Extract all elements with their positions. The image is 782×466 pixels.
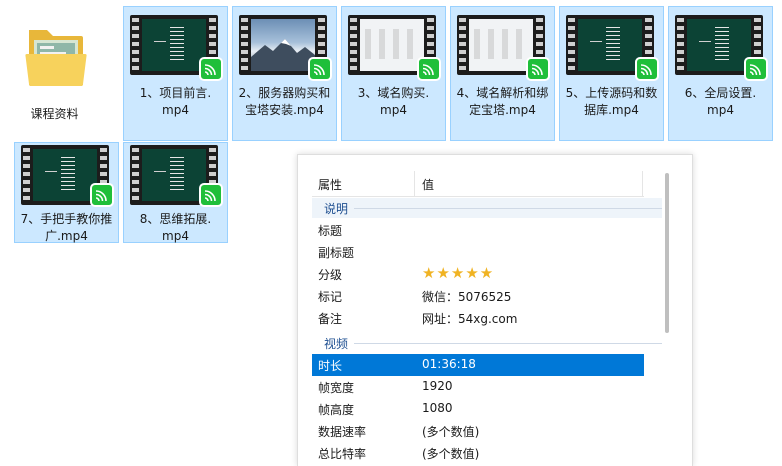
column-header-name[interactable]: 属性 [318, 176, 342, 193]
folder-course-materials[interactable]: 课程资料 [2, 6, 107, 141]
video-thumbnail [673, 13, 768, 81]
rating-stars[interactable]: ★★★★★ [422, 266, 494, 281]
file-caption: 6、全局设置. mp4 [684, 86, 757, 117]
video-thumbnail [19, 145, 114, 207]
prop-row-frame-width[interactable]: 帧宽度 1920 [312, 376, 644, 398]
video-file-3[interactable]: 3、域名购买. mp4 [341, 6, 446, 141]
video-thumbnail [455, 13, 550, 81]
group-description[interactable]: 说明 [312, 198, 662, 218]
video-thumbnail [237, 13, 332, 81]
play-cast-icon [417, 57, 441, 81]
prop-row-total-bitrate[interactable]: 总比特率 (多个数值) [312, 442, 644, 464]
video-thumbnail [346, 13, 441, 81]
column-header-value[interactable]: 值 [422, 176, 434, 193]
prop-row-tags[interactable]: 标记 微信：5076525 [312, 285, 644, 307]
file-caption: 8、思维拓展. mp4 [139, 212, 212, 243]
prop-row-duration[interactable]: 时长 01:36:18 [312, 354, 644, 376]
file-caption: 4、域名解析和绑 定宝塔.mp4 [456, 86, 549, 117]
file-caption: 5、上传源码和数 据库.mp4 [565, 86, 658, 117]
file-caption: 7、手把手教你推 广.mp4 [20, 212, 113, 243]
play-cast-icon [199, 183, 223, 207]
folder-icon [25, 24, 87, 94]
video-file-7[interactable]: 7、手把手教你推 广.mp4 [14, 142, 119, 243]
video-thumbnail [128, 145, 223, 207]
prop-row-subtitle[interactable]: 副标题 [312, 241, 644, 263]
file-caption: 2、服务器购买和 宝塔安装.mp4 [238, 86, 331, 117]
video-thumbnail [128, 13, 223, 81]
play-cast-icon [744, 57, 768, 81]
group-video[interactable]: 视频 [312, 333, 662, 353]
file-caption: 3、域名购买. mp4 [357, 86, 430, 117]
folder-label: 课程资料 [30, 107, 79, 121]
properties-scrollbar[interactable] [665, 173, 669, 333]
properties-panel: 属性 值 说明 标题 副标题 分级 ★★★★★ 标记 微信：5076525 备注… [297, 154, 693, 466]
prop-row-frame-height[interactable]: 帧高度 1080 [312, 398, 644, 420]
video-file-6[interactable]: 6、全局设置. mp4 [668, 6, 773, 141]
properties-header: 属性 值 [312, 171, 644, 197]
file-caption: 1、项目前言. mp4 [139, 86, 212, 117]
prop-row-data-rate[interactable]: 数据速率 (多个数值) [312, 420, 644, 442]
play-cast-icon [526, 57, 550, 81]
video-file-2[interactable]: 2、服务器购买和 宝塔安装.mp4 [232, 6, 337, 141]
play-cast-icon [635, 57, 659, 81]
prop-row-rating[interactable]: 分级 ★★★★★ [312, 263, 644, 285]
play-cast-icon [308, 57, 332, 81]
prop-row-comment[interactable]: 备注 网址：54xg.com [312, 307, 644, 329]
video-file-5[interactable]: 5、上传源码和数 据库.mp4 [559, 6, 664, 141]
video-thumbnail [564, 13, 659, 81]
play-cast-icon [90, 183, 114, 207]
prop-row-title[interactable]: 标题 [312, 219, 644, 241]
video-file-8[interactable]: 8、思维拓展. mp4 [123, 142, 228, 243]
play-cast-icon [199, 57, 223, 81]
video-file-1[interactable]: 1、项目前言. mp4 [123, 6, 228, 141]
video-file-4[interactable]: 4、域名解析和绑 定宝塔.mp4 [450, 6, 555, 141]
